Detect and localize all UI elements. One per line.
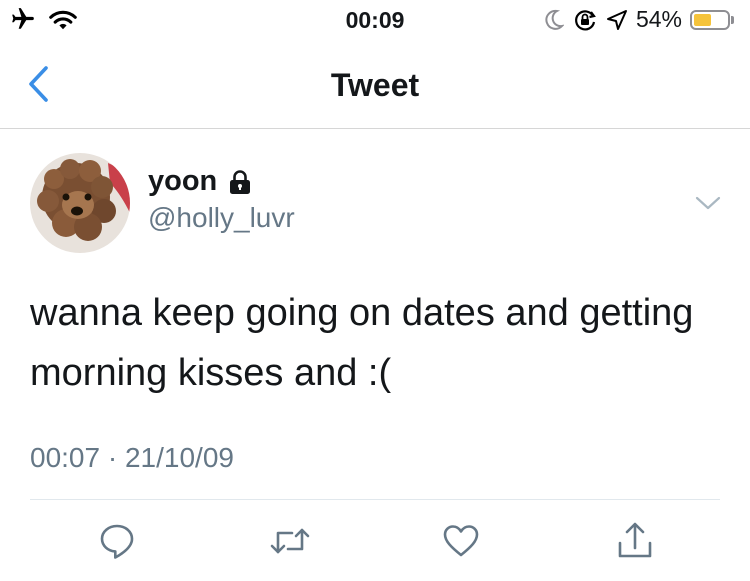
location-icon <box>606 9 627 30</box>
battery-fill <box>694 13 712 26</box>
battery-percent: 54% <box>635 6 682 32</box>
tweet-actions <box>0 519 750 569</box>
retweet-button[interactable] <box>268 519 312 563</box>
author-info: yoon @holly_luvr <box>148 165 295 234</box>
status-right: 54% <box>544 6 734 33</box>
name-row: yoon <box>148 165 295 198</box>
reply-icon <box>100 524 134 559</box>
nav-bar: Tweet <box>0 40 750 129</box>
avatar-image <box>30 153 130 253</box>
tweet-text: wanna keep going on dates and getting mo… <box>30 292 694 394</box>
status-bar: 00:09 54% <box>0 0 750 40</box>
chevron-down-icon <box>695 196 721 210</box>
tweet-time: 00:07 <box>30 442 101 473</box>
share-icon <box>618 522 652 558</box>
tweet-menu-button[interactable] <box>692 189 724 217</box>
display-name[interactable]: yoon <box>148 165 217 198</box>
tweet-detail: yoon @holly_luvr wanna keep going on dat… <box>0 129 750 581</box>
lock-icon <box>230 169 251 194</box>
like-button[interactable] <box>439 519 483 563</box>
avatar[interactable] <box>30 153 130 253</box>
tweet-timestamp[interactable]: 00:07 · 21/10/09 <box>30 442 234 474</box>
battery-icon <box>690 9 734 30</box>
share-button[interactable] <box>613 519 657 563</box>
reply-button[interactable] <box>95 519 139 563</box>
user-handle[interactable]: @holly_luvr <box>148 202 295 234</box>
tweet-date: 21/10/09 <box>124 442 234 473</box>
page-title: Tweet <box>330 67 420 103</box>
like-icon <box>443 525 479 557</box>
timestamp-separator: · <box>107 442 118 473</box>
moon-icon <box>545 9 564 30</box>
battery-cap <box>731 15 734 24</box>
retweet-icon <box>270 528 310 554</box>
divider <box>30 499 720 500</box>
orientation-lock-icon <box>575 9 596 30</box>
battery-body <box>690 9 730 30</box>
